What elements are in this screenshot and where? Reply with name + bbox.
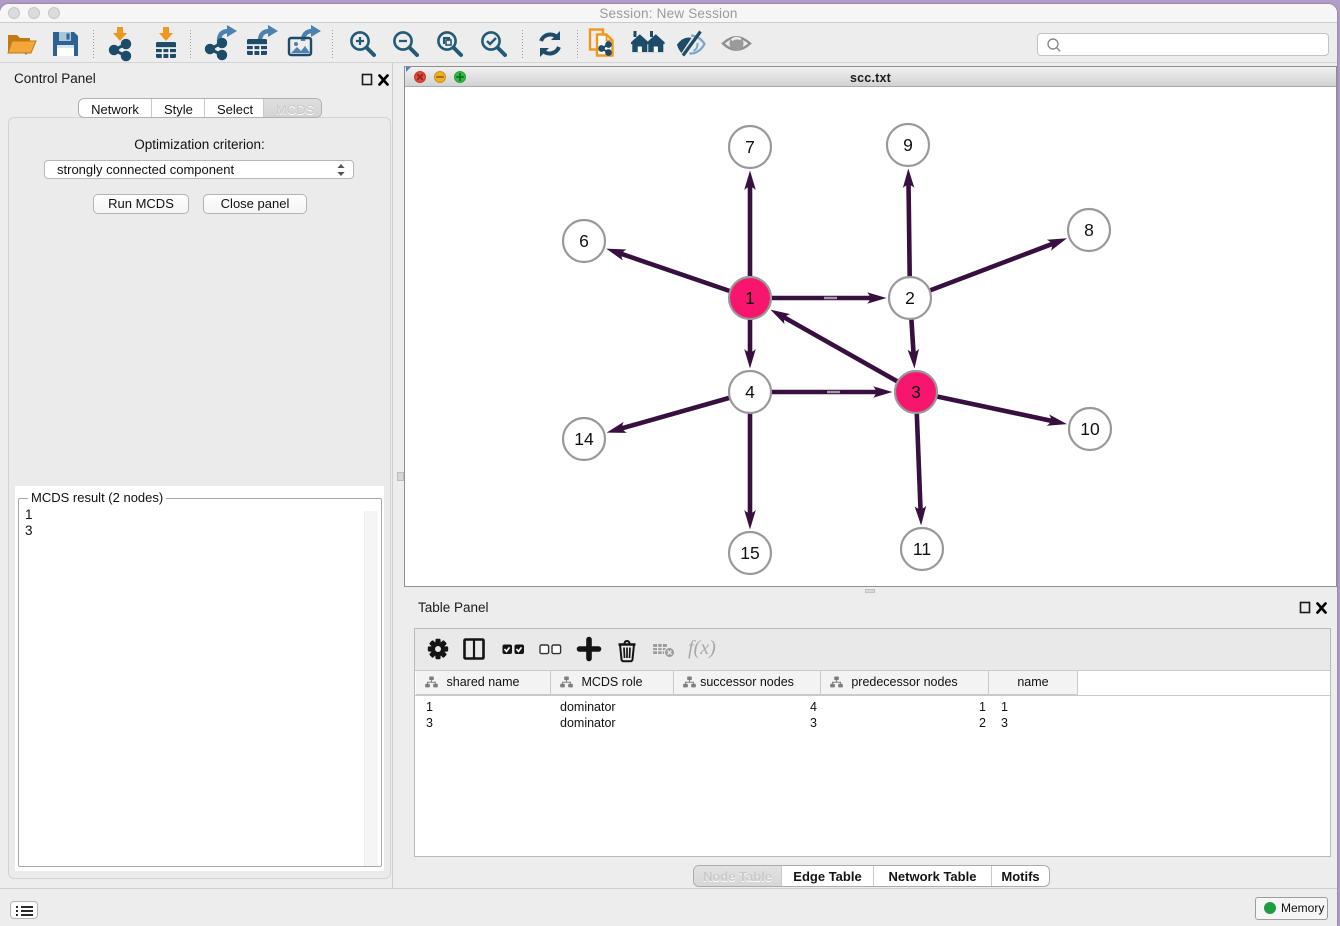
svg-text:2: 2 <box>905 288 915 308</box>
svg-text:7: 7 <box>745 137 755 157</box>
svg-text:3: 3 <box>911 382 921 402</box>
svg-text:1: 1 <box>745 288 755 308</box>
svg-text:15: 15 <box>740 543 759 563</box>
svg-text:11: 11 <box>913 539 931 559</box>
svg-text:4: 4 <box>745 382 755 402</box>
svg-text:10: 10 <box>1080 419 1100 439</box>
svg-text:14: 14 <box>574 429 594 449</box>
svg-text:6: 6 <box>579 231 589 251</box>
svg-text:9: 9 <box>903 135 913 155</box>
svg-text:8: 8 <box>1084 220 1094 240</box>
